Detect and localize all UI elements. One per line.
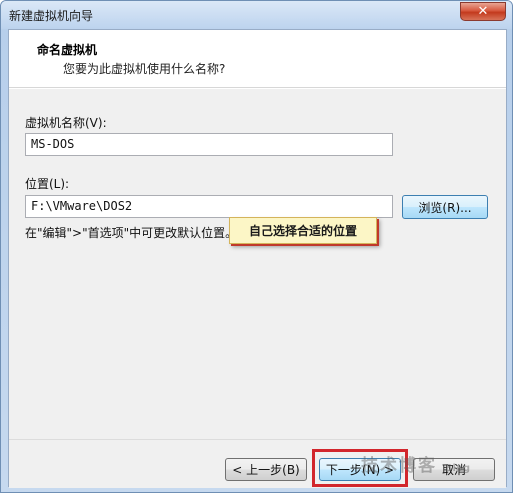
wizard-footer: < 上一步(B) 下一步(N) > 取消 技术博客 Blog xyxy=(9,439,506,488)
wizard-header: 命名虚拟机 您要为此虚拟机使用什么名称? xyxy=(9,30,506,88)
wizard-client-area: 命名虚拟机 您要为此虚拟机使用什么名称? 虚拟机名称(V): MS-DOS 位置… xyxy=(8,29,507,488)
browse-button[interactable]: 浏览(R)... xyxy=(402,195,488,219)
wizard-window: 新建虚拟机向导 ✕ 命名虚拟机 您要为此虚拟机使用什么名称? 虚拟机名称(V):… xyxy=(0,0,513,493)
vm-name-label: 虚拟机名称(V): xyxy=(25,116,107,130)
back-button[interactable]: < 上一步(B) xyxy=(225,458,307,481)
watermark: 技术博客 Blog xyxy=(361,451,470,476)
window-title: 新建虚拟机向导 xyxy=(9,9,94,23)
watermark-suffix: Blog xyxy=(444,463,470,474)
location-label: 位置(L): xyxy=(25,177,70,191)
location-input[interactable]: F:\VMware\DOS2 xyxy=(25,195,393,218)
wizard-body: 虚拟机名称(V): MS-DOS 位置(L): F:\VMware\DOS2 浏… xyxy=(9,89,506,439)
vm-name-input[interactable]: MS-DOS xyxy=(25,133,393,156)
close-button[interactable]: ✕ xyxy=(460,2,506,21)
close-icon: ✕ xyxy=(477,4,489,19)
page-subtitle: 您要为此虚拟机使用什么名称? xyxy=(63,62,226,76)
annotation-callout: 自己选择合适的位置 xyxy=(229,217,377,244)
watermark-text: 技术博客 xyxy=(361,456,437,476)
title-bar: 新建虚拟机向导 ✕ xyxy=(1,1,512,29)
page-title: 命名虚拟机 xyxy=(37,43,98,57)
default-location-hint: 在"编辑">"首选项"中可更改默认位置。 xyxy=(25,226,238,240)
